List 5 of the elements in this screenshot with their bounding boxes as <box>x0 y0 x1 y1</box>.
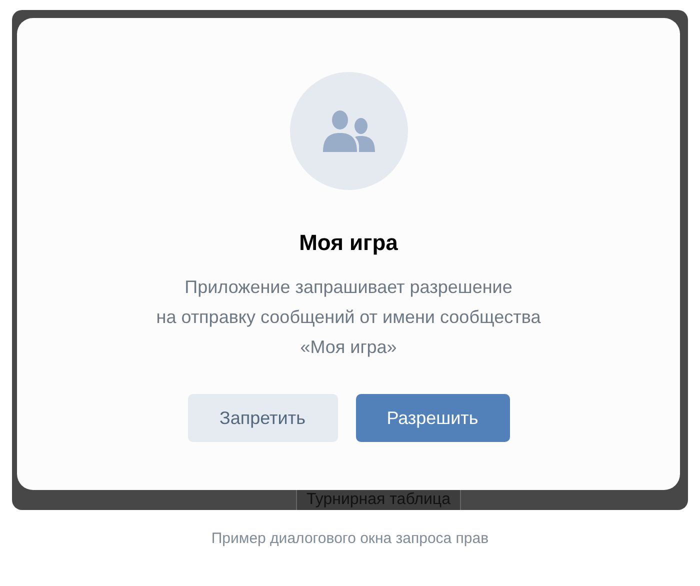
allow-button[interactable]: Разрешить <box>356 394 510 442</box>
deny-button[interactable]: Запретить <box>188 394 338 442</box>
dialog-title: Моя игра <box>299 230 398 256</box>
dialog-message: Приложение запрашивает разрешение на отправку сообщений от имени сообщества «Моя игра» <box>156 276 541 359</box>
image-caption: Пример диалогового окна запроса прав <box>210 530 490 547</box>
